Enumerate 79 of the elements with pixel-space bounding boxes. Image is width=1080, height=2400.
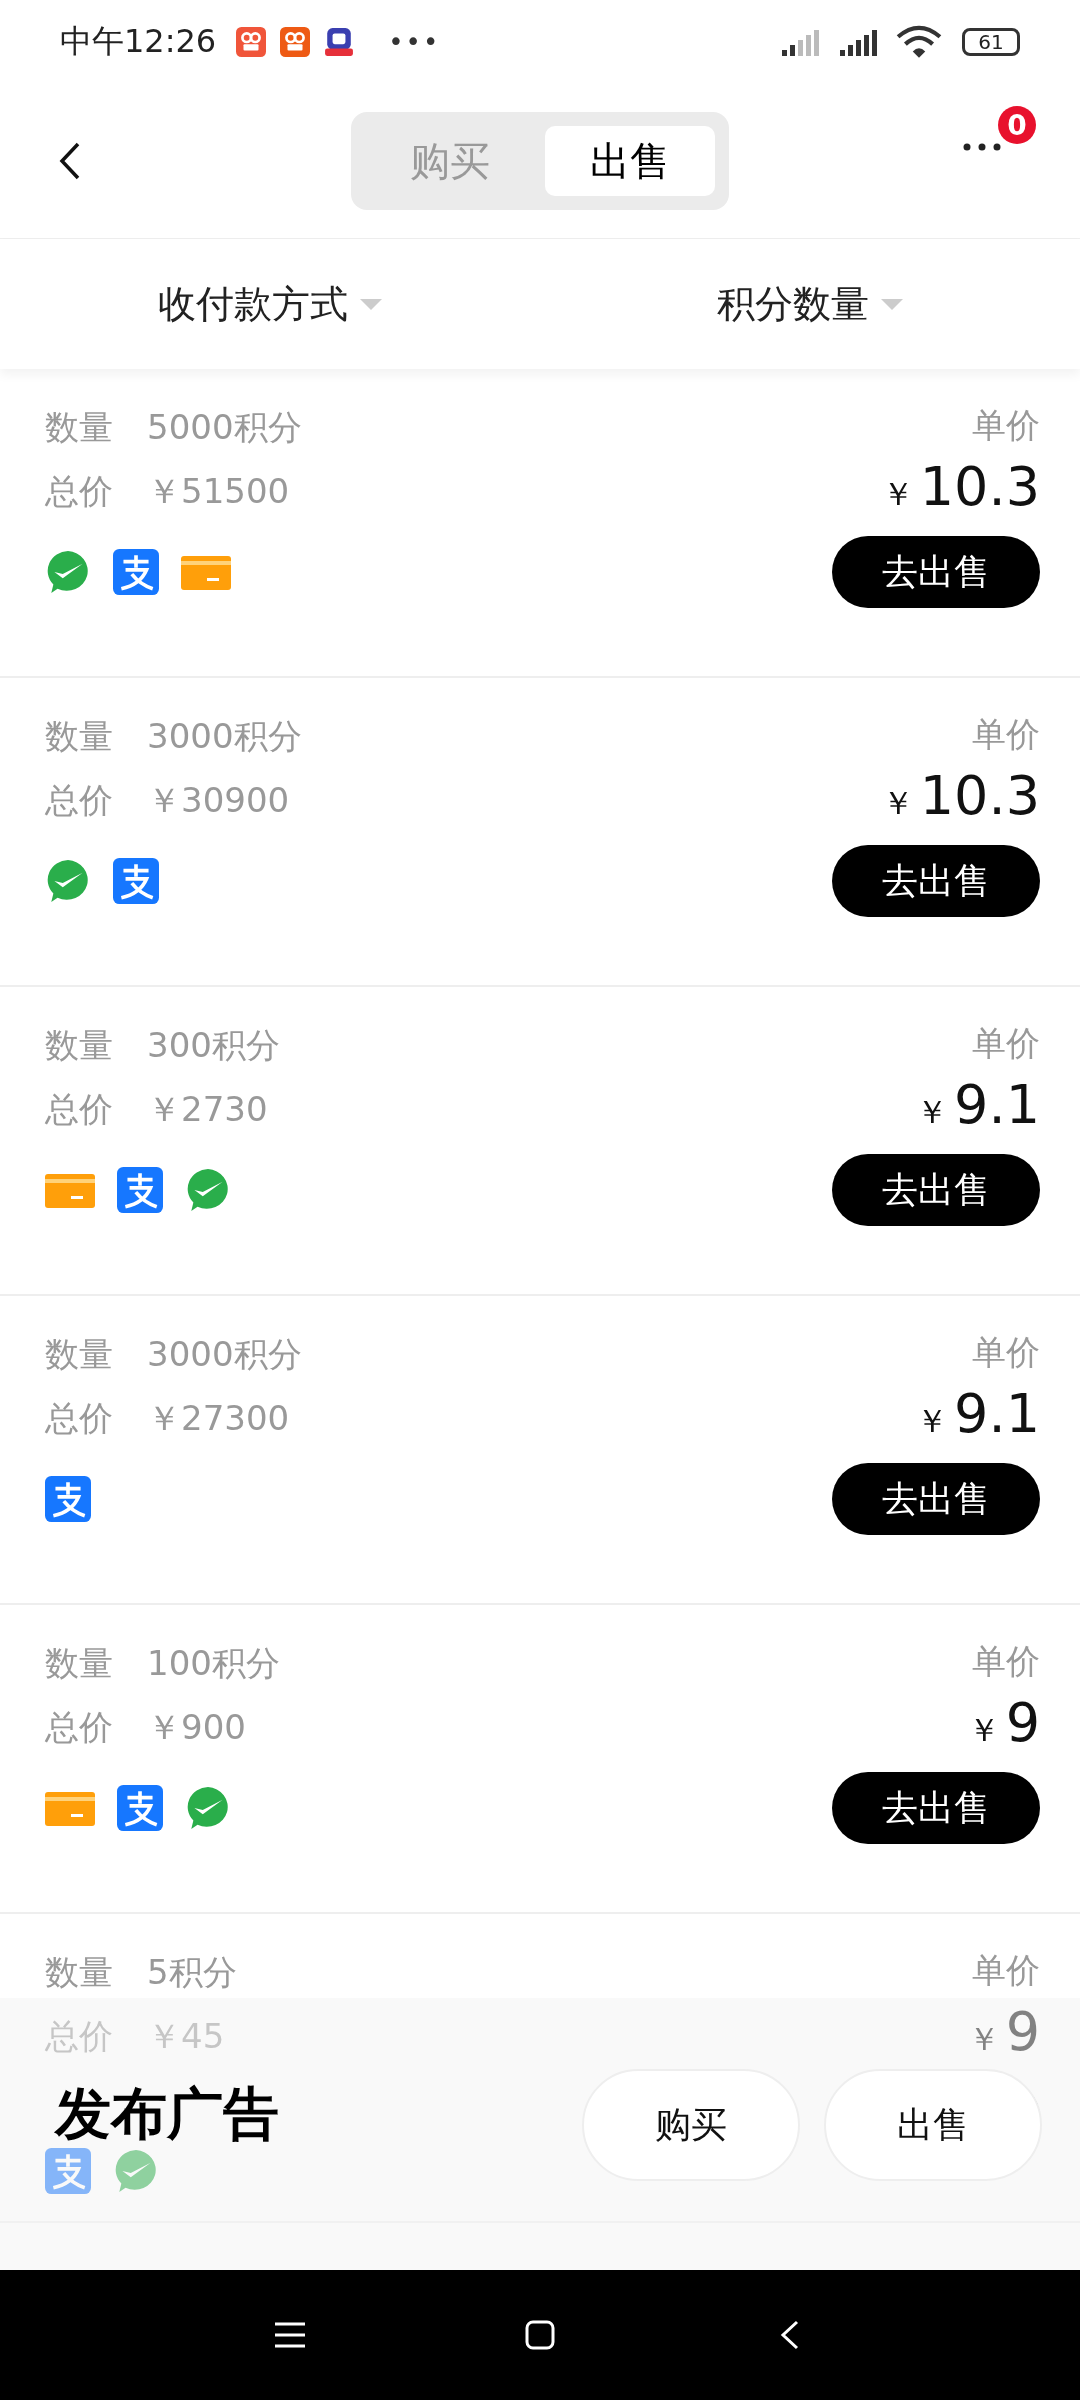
back-icon[interactable] (58, 141, 82, 181)
caret-icon (360, 298, 382, 310)
wifi-icon (896, 25, 942, 59)
publish-button[interactable]: 出售 (824, 2069, 1042, 2181)
unit-price: 9.1 (954, 1073, 1040, 1136)
alipay-icon (113, 858, 159, 904)
chat-bubble-check-icon (45, 549, 91, 595)
quantity-value: 3000积分 (147, 1333, 302, 1376)
quantity-label: 数量 (45, 1333, 113, 1376)
quantity-value: 3000积分 (147, 715, 302, 758)
battery-icon: 61 (962, 28, 1020, 56)
quantity-label: 数量 (45, 715, 113, 758)
unit-price-label: 单价 (972, 1949, 1040, 1992)
chat-bubble-check-icon (185, 1167, 231, 1213)
unit-price-label: 单价 (972, 1022, 1040, 1065)
quantity-label: 数量 (45, 1642, 113, 1685)
alipay-icon (117, 1785, 163, 1831)
app-notification-icon (236, 27, 267, 57)
app-notification-icon (280, 27, 311, 57)
total-label: 总价 (45, 1088, 113, 1131)
total-value: ￥30900 (147, 779, 290, 822)
notification-badge: 0 (998, 106, 1036, 144)
quantity-value: 300积分 (147, 1024, 280, 1067)
quantity-label: 数量 (45, 1951, 113, 1994)
app-notification-icon (324, 27, 355, 57)
unit-price: 9 (1005, 2000, 1040, 2063)
chat-bubble-check-icon (113, 2148, 159, 2194)
home-icon[interactable] (525, 2320, 555, 2350)
tab[interactable]: 出售 (545, 126, 715, 196)
currency-symbol: ￥ (916, 1092, 949, 1133)
publish-button[interactable]: 购买 (582, 2069, 800, 2181)
total-label: 总价 (45, 1397, 113, 1440)
unit-price-label: 单价 (972, 1331, 1040, 1374)
total-label: 总价 (45, 1706, 113, 1749)
bank-card-icon (45, 1172, 95, 1208)
sell-button[interactable]: 去出售 (832, 1154, 1040, 1226)
alipay-icon (117, 1167, 163, 1213)
more-notifications-text: ••• (388, 27, 441, 57)
currency-symbol: ￥ (916, 1401, 949, 1442)
total-value: ￥27300 (147, 1397, 290, 1440)
currency-symbol: ￥ (881, 783, 914, 824)
total-label: 总价 (45, 470, 113, 513)
chat-bubble-check-icon (185, 1785, 231, 1831)
unit-price: 10.3 (919, 455, 1040, 518)
quantity-value: 5积分 (147, 1951, 237, 1994)
unit-price: 9 (1005, 1691, 1040, 1754)
total-value: ￥2730 (147, 1088, 268, 1131)
filter-dropdown[interactable]: 积分数量 (540, 239, 1080, 369)
chat-bubble-check-icon (45, 858, 91, 904)
quantity-label: 数量 (45, 406, 113, 449)
alipay-icon (45, 1476, 91, 1522)
sell-button[interactable]: 去出售 (832, 1463, 1040, 1535)
unit-price-label: 单价 (972, 404, 1040, 447)
bank-card-icon (181, 554, 231, 590)
total-value: ￥900 (147, 1706, 246, 1749)
sell-button[interactable]: 去出售 (832, 845, 1040, 917)
unit-price: 9.1 (954, 1382, 1040, 1445)
currency-symbol: ￥ (967, 1710, 1000, 1751)
total-value: ￥51500 (147, 470, 290, 513)
unit-price: 10.3 (919, 764, 1040, 827)
unit-price-label: 单价 (972, 1640, 1040, 1683)
status-time: 中午12:26 (60, 21, 217, 62)
more-icon[interactable] (962, 142, 1002, 152)
currency-symbol: ￥ (967, 2019, 1000, 2060)
publish-ad-title: 发布广告 (55, 2086, 279, 2142)
currency-symbol: ￥ (881, 474, 914, 515)
quantity-value: 5000积分 (147, 406, 302, 449)
bank-card-icon (45, 1790, 95, 1826)
alipay-icon (45, 2148, 91, 2194)
sell-button[interactable]: 去出售 (832, 536, 1040, 608)
unit-price-label: 单价 (972, 713, 1040, 756)
menu-icon[interactable] (275, 2320, 305, 2350)
filter-dropdown[interactable]: 收付款方式 (0, 239, 540, 369)
quantity-label: 数量 (45, 1024, 113, 1067)
caret-icon (881, 298, 903, 310)
total-label: 总价 (45, 779, 113, 822)
quantity-value: 100积分 (147, 1642, 280, 1685)
alipay-icon (113, 549, 159, 595)
sell-button[interactable]: 去出售 (832, 1772, 1040, 1844)
